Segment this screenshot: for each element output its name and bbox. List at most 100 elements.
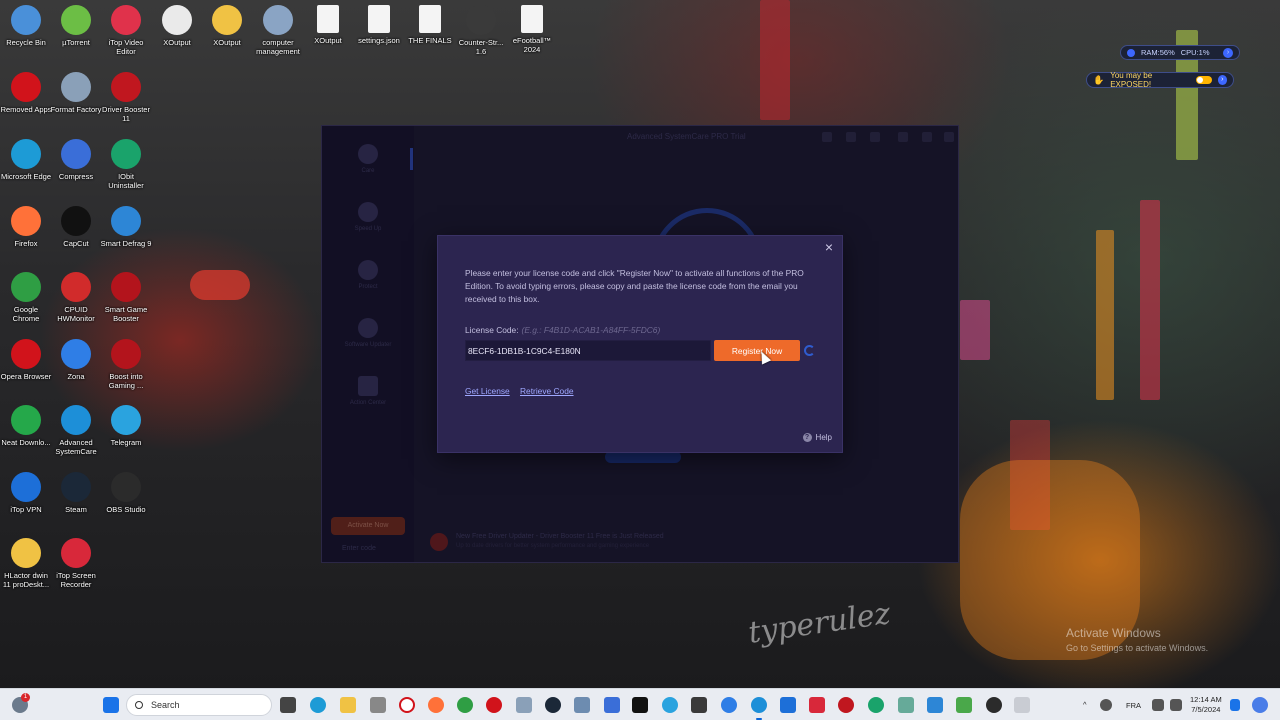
wifi-icon[interactable] xyxy=(1152,699,1164,711)
desktop-icon[interactable]: Compress xyxy=(50,139,102,181)
desktop-icon-label: eFootball™ 2024 xyxy=(512,36,552,54)
opera-gx-icon[interactable] xyxy=(399,697,415,713)
desktop-icon[interactable]: Google Chrome xyxy=(0,272,52,323)
desktop-icon[interactable]: Format Factory xyxy=(50,72,102,114)
desktop-icon[interactable]: Smart Game Booster xyxy=(100,272,152,323)
register-dialog: × Please enter your license code and cli… xyxy=(437,235,843,453)
neon-sign xyxy=(960,300,990,360)
itop-icon[interactable] xyxy=(1014,697,1030,713)
desktop-icon-label: Smart Game Booster xyxy=(104,305,148,323)
edge-icon[interactable] xyxy=(310,697,326,713)
desktop-icon[interactable]: XOutput xyxy=(151,5,203,47)
desktop-icon-label: µTorrent xyxy=(62,38,90,47)
ram-cpu-widget[interactable]: RAM:56% CPU:1% › xyxy=(1120,45,1240,60)
license-code-input[interactable] xyxy=(465,340,711,361)
desktop-icon[interactable]: IObit Uninstaller xyxy=(100,139,152,190)
activate-windows-watermark: Activate Windows Go to Settings to activ… xyxy=(1066,626,1208,653)
driver-booster-icon[interactable] xyxy=(838,697,854,713)
desktop-icon-label: Driver Booster 11 xyxy=(102,105,150,123)
advanced-systemcare-icon[interactable] xyxy=(751,697,767,713)
desktop-icon[interactable]: XOutput xyxy=(201,5,253,47)
desktop-icon[interactable]: Recycle Bin xyxy=(0,5,52,47)
desktop-icon[interactable]: eFootball™ 2024 xyxy=(506,5,558,54)
capcut-icon[interactable] xyxy=(632,697,648,713)
exposed-warning-widget[interactable]: ✋ You may be EXPOSED! › xyxy=(1086,71,1234,89)
vpn-icon[interactable] xyxy=(780,697,796,713)
desktop-icon[interactable]: Opera Browser xyxy=(0,339,52,381)
retrieve-code-link[interactable]: Retrieve Code xyxy=(520,386,574,396)
desktop-icon[interactable]: XOutput xyxy=(302,5,354,45)
neon-sign xyxy=(760,0,790,120)
telegram-icon xyxy=(111,405,141,435)
desktop-icon[interactable]: computer management xyxy=(252,5,304,56)
desktop-icon[interactable]: Microsoft Edge xyxy=(0,139,52,181)
network-icon[interactable] xyxy=(1100,699,1112,711)
opera-icon[interactable] xyxy=(486,697,502,713)
volume-icon[interactable] xyxy=(1170,699,1182,711)
help-button[interactable]: ? Help xyxy=(802,433,832,442)
register-now-button[interactable]: Register Now xyxy=(714,340,800,361)
desktop-icon[interactable]: HLactor dwin 11 proDeskt... xyxy=(0,538,52,589)
iobit-uninstaller-icon[interactable] xyxy=(868,697,884,713)
arrow-right-icon[interactable]: › xyxy=(1217,75,1228,85)
desktop-icon-label: THE FINALS xyxy=(408,36,452,45)
desktop-icon[interactable]: Telegram xyxy=(100,405,152,447)
app-icon[interactable] xyxy=(370,697,386,713)
desktop-icon[interactable]: Smart Defrag 9 xyxy=(100,206,152,248)
desktop-icon-label: Boost into Gaming ... xyxy=(108,372,144,390)
obs-icon[interactable] xyxy=(986,697,1002,713)
desktop-icon[interactable]: iTop VPN xyxy=(0,472,52,514)
desktop-icon[interactable]: µTorrent xyxy=(50,5,102,47)
desktop-icon-label: XOutput xyxy=(163,38,191,47)
notification-bell-icon[interactable] xyxy=(1230,699,1240,711)
desktop-icon[interactable]: Removed Apps xyxy=(0,72,52,114)
capcut-icon[interactable] xyxy=(691,697,707,713)
desktop-icon[interactable]: Advanced SystemCare xyxy=(50,405,102,456)
desktop-icon[interactable]: Counter-Str... 1.6 xyxy=(455,5,507,56)
computer-management-icon[interactable] xyxy=(574,697,590,713)
task-view-icon[interactable] xyxy=(280,697,296,713)
copilot-icon[interactable] xyxy=(1252,697,1268,713)
snipping-tool-icon[interactable] xyxy=(898,697,914,713)
format-factory-icon[interactable] xyxy=(516,697,532,713)
taskbar-search[interactable]: Search xyxy=(126,694,272,716)
start-icon[interactable] xyxy=(103,697,119,713)
iobit-uninstaller-icon xyxy=(111,139,141,169)
desktop-icon[interactable]: Steam xyxy=(50,472,102,514)
desktop-icon-label: computer management xyxy=(256,38,300,56)
desktop-icon[interactable]: settings.json xyxy=(353,5,405,45)
edge-icon xyxy=(11,139,41,169)
desktop-icon[interactable]: THE FINALS xyxy=(404,5,456,45)
language-indicator[interactable]: FRA xyxy=(1126,701,1141,710)
clock-date: 7/5/2024 xyxy=(1191,705,1221,714)
smart-defrag-icon[interactable] xyxy=(927,697,943,713)
vpn-toggle[interactable] xyxy=(1196,76,1212,84)
desktop-icon[interactable]: Neat Downlo... xyxy=(0,405,52,447)
desktop-icon[interactable]: CapCut xyxy=(50,206,102,248)
close-icon[interactable]: × xyxy=(822,240,836,254)
exposed-warning-text: You may be EXPOSED! xyxy=(1110,71,1153,89)
telegram-icon[interactable] xyxy=(662,697,678,713)
desktop-icon[interactable]: Driver Booster 11 xyxy=(100,72,152,123)
notepad-icon[interactable] xyxy=(956,697,972,713)
desktop-icon[interactable]: Boost into Gaming ... xyxy=(100,339,152,390)
desktop-icon[interactable]: OBS Studio xyxy=(100,472,152,514)
desktop-icon[interactable]: iTop Screen Recorder xyxy=(50,538,102,589)
steam-icon[interactable] xyxy=(545,697,561,713)
firefox-icon[interactable] xyxy=(428,697,444,713)
chevron-up-icon[interactable]: ^ xyxy=(1083,700,1087,709)
desktop-icon[interactable]: Firefox xyxy=(0,206,52,248)
desktop-icon[interactable]: CPUID HWMonitor xyxy=(50,272,102,323)
desktop-icon-label: IObit Uninstaller xyxy=(108,172,144,190)
file-explorer-icon[interactable] xyxy=(340,697,356,713)
chrome-icon[interactable] xyxy=(457,697,473,713)
compress-icon[interactable] xyxy=(604,697,620,713)
taskbar-clock[interactable]: 12:14 AM 7/5/2024 xyxy=(1190,695,1222,715)
desktop-icon[interactable]: Zona xyxy=(50,339,102,381)
desktop-icon[interactable]: iTop Video Editor xyxy=(100,5,152,56)
recycle-bin-icon xyxy=(11,5,41,35)
screen-recorder-icon[interactable] xyxy=(809,697,825,713)
arrow-right-icon[interactable]: › xyxy=(1223,47,1233,58)
zona-icon[interactable] xyxy=(721,697,737,713)
get-license-link[interactable]: Get License xyxy=(465,386,510,396)
